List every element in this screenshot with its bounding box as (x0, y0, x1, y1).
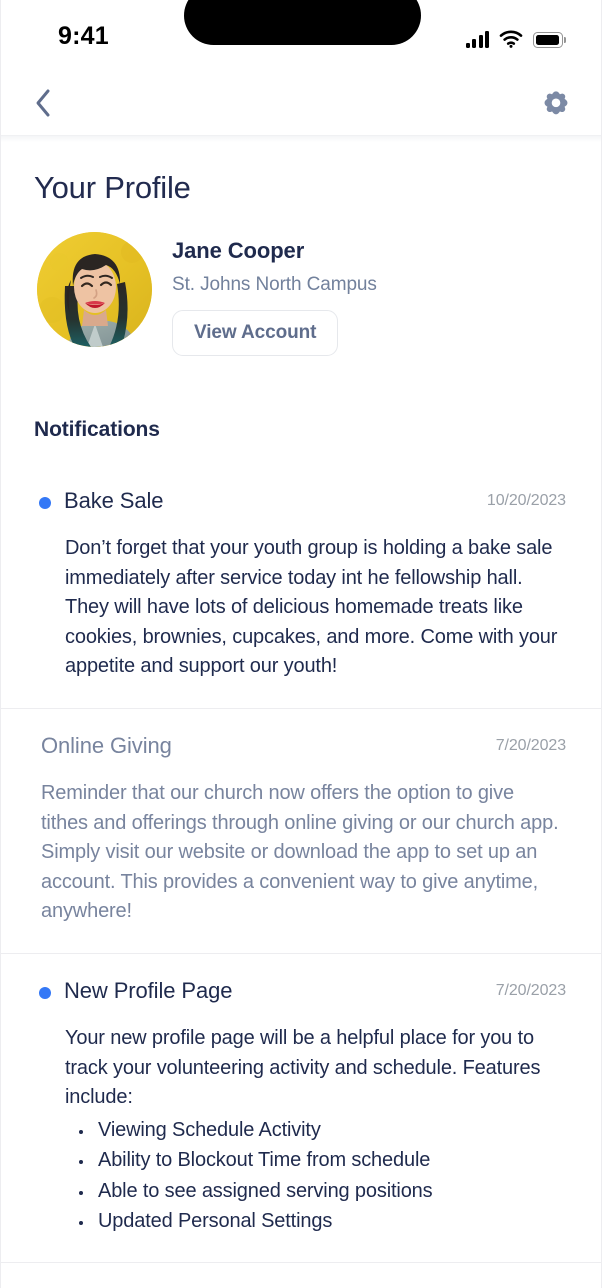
wifi-icon (499, 30, 523, 48)
notification-body: Reminder that our church now offers the … (41, 781, 559, 923)
phone-screen: 9:41 Your Profile Jane Cooper St. Johns … (0, 0, 602, 1288)
notification-body: Don’t forget that your youth group is ho… (65, 537, 558, 678)
gear-icon (541, 88, 571, 121)
battery-icon (533, 32, 567, 48)
profile-summary: Jane Cooper St. Johns North Campus View … (37, 232, 601, 356)
profile-campus: St. Johns North Campus (172, 274, 377, 295)
notification-date: 10/20/2023 (486, 492, 566, 509)
notification-bullet-item: Viewing Schedule Activity (94, 1115, 566, 1145)
notifications-heading: Notifications (34, 418, 160, 441)
unread-dot-icon (39, 986, 51, 999)
notification-body: Your new profile page will be a helpful … (65, 1026, 541, 1109)
unread-dot-icon (39, 497, 51, 509)
status-bar: 9:41 (1, 0, 601, 72)
settings-button[interactable] (533, 81, 579, 127)
nav-bar-shadow (1, 136, 601, 142)
notification-date: 7/20/2023 (495, 981, 566, 999)
notification-bullet-item: Updated Personal Settings (94, 1206, 566, 1236)
notification-title: Bake Sale (64, 488, 164, 513)
back-button[interactable] (21, 82, 65, 126)
notification-item[interactable]: Online Giving 7/20/2023 Reminder that ou… (1, 709, 601, 954)
notification-item[interactable]: Bake Sale 10/20/2023 Don’t forget that y… (1, 464, 601, 709)
avatar[interactable] (37, 232, 152, 347)
page-title: Your Profile (34, 170, 191, 205)
notification-header: Online Giving 7/20/2023 (36, 733, 566, 759)
back-chevron-icon (33, 87, 53, 122)
profile-details: Jane Cooper St. Johns North Campus View … (172, 232, 377, 356)
notification-header: Bake Sale 10/20/2023 (36, 488, 566, 514)
status-bar-icons (465, 26, 567, 48)
signal-bars-icon (465, 31, 489, 48)
notification-item[interactable]: New Profile Page 7/20/2023 Your new prof… (1, 954, 601, 1264)
status-bar-time: 9:41 (58, 22, 109, 50)
notification-header: New Profile Page 7/20/2023 (36, 978, 566, 1004)
notification-bullet-item: Able to see assigned serving positions (94, 1176, 566, 1206)
dynamic-island (184, 0, 421, 45)
view-account-button[interactable]: View Account (172, 310, 339, 356)
notifications-list: Bake Sale 10/20/2023 Don’t forget that y… (1, 464, 601, 1264)
notification-date: 7/20/2023 (495, 736, 566, 754)
notification-bullet-item: Ability to Blockout Time from schedule (94, 1145, 566, 1175)
profile-name: Jane Cooper (172, 238, 305, 263)
notification-title: New Profile Page (64, 977, 233, 1003)
nav-bar (1, 72, 601, 136)
notification-title: Online Giving (41, 732, 172, 758)
notification-bullet-list: Viewing Schedule ActivityAbility to Bloc… (94, 1115, 566, 1237)
